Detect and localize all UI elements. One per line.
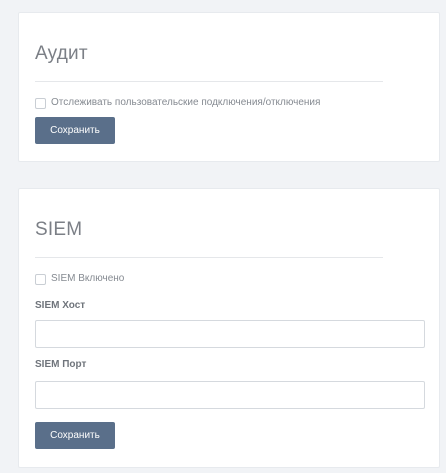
track-connections-label[interactable]: Отслеживать пользовательские подключения… xyxy=(51,97,320,109)
siem-port-label: SIEM Порт xyxy=(35,359,87,370)
audit-save-button[interactable]: Сохранить xyxy=(35,117,115,144)
siem-host-input[interactable] xyxy=(35,320,425,348)
siem-divider xyxy=(35,257,383,258)
siem-enabled-label[interactable]: SIEM Включено xyxy=(51,273,124,285)
siem-enabled-row: SIEM Включено xyxy=(35,271,421,287)
audit-card: Аудит Отслеживать пользовательские подкл… xyxy=(18,12,440,162)
track-connections-row: Отслеживать пользовательские подключения… xyxy=(35,95,421,111)
audit-title: Аудит xyxy=(35,43,88,64)
siem-port-input[interactable] xyxy=(35,381,425,409)
settings-page: Аудит Отслеживать пользовательские подкл… xyxy=(0,0,446,473)
siem-enabled-checkbox[interactable] xyxy=(35,273,46,285)
track-connections-checkbox[interactable] xyxy=(35,97,46,109)
siem-host-label: SIEM Хост xyxy=(35,300,86,311)
audit-divider xyxy=(35,81,383,82)
siem-title: SIEM xyxy=(35,219,83,240)
siem-card: SIEM SIEM Включено SIEM Хост SIEM Порт С… xyxy=(18,188,440,468)
siem-save-button[interactable]: Сохранить xyxy=(35,422,115,449)
